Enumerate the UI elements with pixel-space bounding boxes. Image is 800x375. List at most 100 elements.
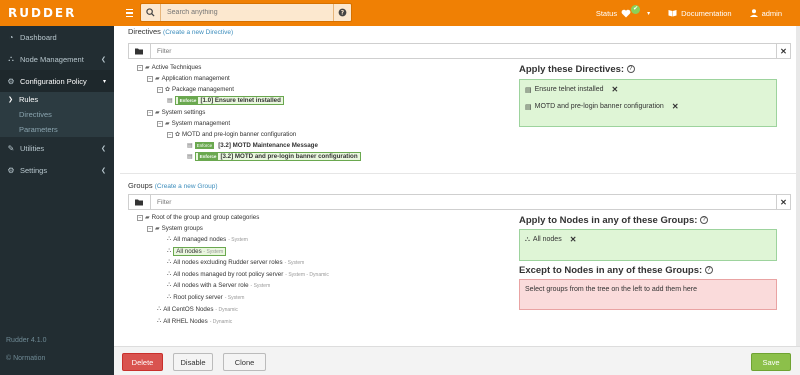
group-all-nodes-excluding-servers[interactable]: ⛬ All nodes excluding Rudder server role… [167, 259, 304, 266]
collapse-icon[interactable]: − [157, 86, 163, 93]
tree-node-package-management[interactable]: − ✿ Package management [157, 86, 234, 93]
group-label: All nodes excluding Rudder server roles [173, 259, 283, 266]
search-icon[interactable] [141, 4, 161, 21]
user-icon [749, 9, 758, 17]
directive-motd-maintenance[interactable]: ▤ Enforce [3.2] MOTD Maintenance Message [187, 142, 318, 149]
except-groups-title: Except to Nodes in any of these Groups: … [519, 265, 713, 276]
group-rhel[interactable]: ⛬ All RHEL Nodes - Dynamic [157, 318, 232, 325]
directive-label: [3.2] MOTD and pre-login banner configur… [220, 153, 358, 160]
menu-toggle-icon[interactable] [118, 0, 140, 26]
group-centos[interactable]: ⛬ All CentOS Nodes - Dynamic [157, 306, 238, 313]
collapse-icon[interactable]: − [137, 64, 143, 71]
groups-filter-input[interactable] [151, 195, 776, 209]
file-icon: ▤ [167, 98, 173, 104]
directive-telnet[interactable]: ▤ Enforce [1.0] Ensure telnet installed [167, 96, 284, 105]
section-title-text: Groups [128, 181, 153, 190]
sidebar-item-parameters[interactable]: Parameters [0, 122, 114, 137]
help-icon[interactable]: ? [704, 266, 713, 275]
file-icon: ▤ [187, 154, 193, 160]
remove-icon[interactable]: ✕ [612, 85, 619, 94]
tree-node-label: System management [171, 120, 231, 127]
group-all-managed-nodes[interactable]: ⛬ All managed nodes - System [167, 236, 248, 243]
sidebar-item-utilities[interactable]: ✎ Utilities ❮ [0, 137, 114, 159]
documentation-link[interactable]: Documentation [668, 9, 732, 18]
tree-node-label: MOTD and pre-login banner configuration [182, 131, 297, 138]
sidebar-item-dashboard[interactable]: ◔ Dashboard [0, 26, 114, 48]
clear-filter-icon[interactable]: ✕ [776, 195, 790, 209]
remove-icon[interactable]: ✕ [570, 235, 577, 244]
help-icon[interactable]: ? [700, 216, 709, 225]
apply-groups-title: Apply to Nodes in any of these Groups: ? [519, 215, 709, 226]
app-logo[interactable]: RUDDER [0, 0, 114, 26]
section-divider [120, 173, 796, 174]
sitemap-icon: ⛬ [167, 282, 172, 288]
chevron-down-icon: ▾ [102, 78, 106, 85]
top-bar: RUDDER ? Status ✔ ▾ Documentation admin [0, 0, 800, 26]
sidebar-item-label: Rules [19, 95, 39, 104]
section-title-text: Directives [128, 27, 161, 36]
sidebar-item-node-management[interactable]: ⛬ Node Management ❮ [0, 48, 114, 70]
applied-directive-item: ▤ Ensure telnet installed ✕ [525, 85, 618, 94]
directives-filter-input[interactable] [151, 44, 776, 58]
chevron-down-icon: ▾ [647, 10, 651, 17]
search-input[interactable] [161, 4, 333, 21]
group-label: All managed nodes [173, 236, 227, 243]
tree-node-label: Application management [161, 75, 230, 82]
collapse-icon[interactable]: − [137, 214, 143, 221]
collapse-icon[interactable]: − [157, 120, 163, 127]
sidebar-item-settings[interactable]: ⚙ Settings ❮ [0, 159, 114, 181]
tree-node-application-management[interactable]: − ▰ Application management [147, 75, 230, 82]
clear-filter-icon[interactable]: ✕ [776, 44, 790, 58]
sidebar-item-label: Configuration Policy [20, 76, 87, 86]
group-server-role[interactable]: ⛬ All nodes with a Server role - System [167, 282, 270, 289]
tree-node-motd[interactable]: − ✿ MOTD and pre-login banner configurat… [167, 131, 296, 138]
groups-filter: ✕ [128, 194, 791, 210]
help-icon[interactable]: ? [626, 65, 635, 74]
create-directive-link[interactable]: (Create a new Directive) [163, 29, 233, 36]
sitemap-icon: ⛬ [167, 248, 172, 254]
folder-open-icon[interactable] [129, 44, 151, 58]
group-label: All CentOS Nodes [163, 306, 214, 313]
save-button[interactable]: Save [751, 353, 791, 371]
remove-icon[interactable]: ✕ [672, 102, 679, 111]
tree-node-system-management[interactable]: − ▰ System management [157, 120, 230, 127]
disable-button[interactable]: Disable [173, 353, 213, 371]
file-icon: ▤ [187, 143, 193, 149]
sidebar-item-directives[interactable]: Directives [0, 107, 114, 122]
dashboard-icon: ◔ [8, 32, 14, 42]
tree-node-active-techniques[interactable]: − ▰ Active Techniques [137, 64, 201, 71]
collapse-icon[interactable]: − [147, 109, 153, 116]
apply-directives-title: Apply these Directives: ? [519, 64, 635, 75]
group-label: Root policy server [173, 294, 223, 301]
clone-button[interactable]: Clone [223, 353, 266, 371]
group-root-policy-server[interactable]: ⛬ Root policy server - System [167, 294, 244, 301]
group-type: - System [203, 248, 224, 255]
chevron-left-icon: ❮ [100, 167, 106, 174]
create-group-link[interactable]: (Create a new Group) [155, 183, 218, 190]
sitemap-icon: ⛬ [8, 54, 14, 63]
directive-motd-config[interactable]: ▤ Enforce [3.2] MOTD and pre-login banne… [187, 152, 361, 161]
tree-node-system-groups[interactable]: − ▰ System groups [147, 225, 203, 232]
sidebar-item-configuration-policy[interactable]: ⚙ Configuration Policy ▾ [0, 70, 114, 92]
enforce-badge: Enforce [194, 142, 215, 149]
tree-node-system-settings[interactable]: − ▰ System settings [147, 109, 205, 116]
scrollbar[interactable] [796, 26, 800, 346]
tree-node-label: Root of the group and group categories [151, 214, 260, 221]
collapse-icon[interactable]: − [147, 225, 153, 232]
group-all-nodes[interactable]: ⛬ All nodes - System [167, 247, 227, 256]
delete-button[interactable]: Delete [122, 353, 163, 371]
sidebar: ◔ Dashboard ⛬ Node Management ❮ ⚙ Config… [0, 26, 114, 375]
tree-node-group-root[interactable]: − ▰ Root of the group and group categori… [137, 214, 259, 221]
group-all-nodes-root-server[interactable]: ⛬ All nodes managed by root policy serve… [167, 271, 329, 278]
group-label: All RHEL Nodes [163, 318, 208, 325]
group-type: - System - Dynamic [285, 271, 329, 278]
user-menu[interactable]: admin [749, 9, 782, 18]
status-menu[interactable]: Status ✔ ▾ [596, 5, 651, 18]
collapse-icon[interactable]: − [167, 131, 173, 138]
folder-open-icon[interactable] [129, 195, 151, 209]
group-label: All nodes [176, 248, 202, 255]
sidebar-item-rules[interactable]: ❯ Rules [0, 92, 114, 107]
collapse-icon[interactable]: − [147, 75, 153, 82]
search-help-icon[interactable]: ? [333, 4, 351, 21]
book-icon [668, 10, 677, 17]
